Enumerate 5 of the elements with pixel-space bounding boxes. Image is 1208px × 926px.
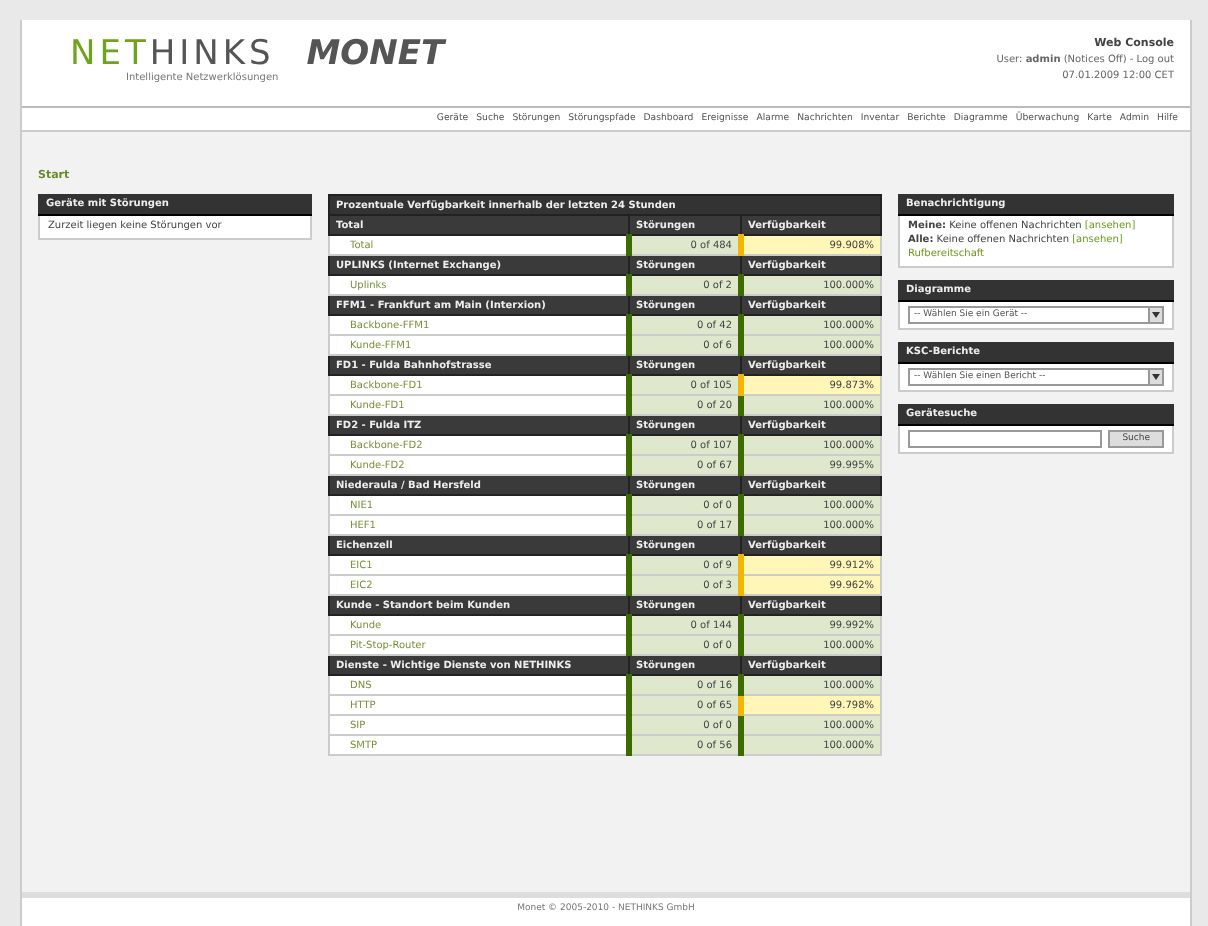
dropdown-icon bbox=[1152, 312, 1160, 318]
product-name: MONET bbox=[306, 36, 445, 72]
logo-text: NET HINKS bbox=[70, 36, 275, 72]
dropdown-icon bbox=[1152, 374, 1160, 380]
search-field[interactable] bbox=[908, 430, 1103, 448]
